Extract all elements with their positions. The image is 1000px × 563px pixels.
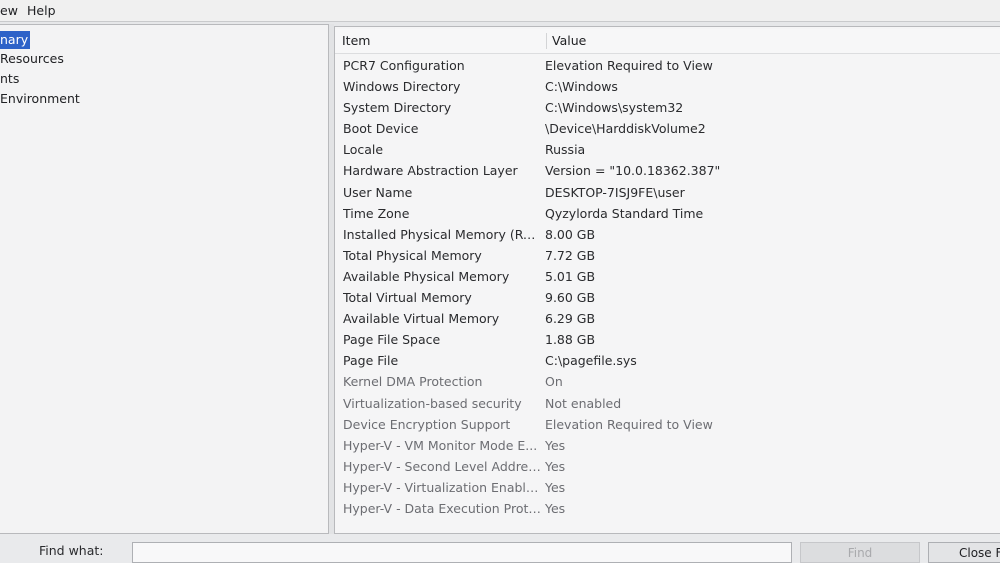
row-item: Hyper-V - VM Monitor Mode E...	[343, 437, 538, 453]
row-item: Hardware Abstraction Layer	[343, 163, 518, 179]
row-value: 9.60 GB	[545, 290, 596, 306]
row-item: Page File Space	[343, 332, 441, 348]
row-item: Windows Directory	[343, 79, 461, 95]
table-row[interactable]: Hyper-V - Second Level Addres... Yes	[335, 456, 1000, 477]
row-value: C:\pagefile.sys	[545, 353, 637, 369]
table-row[interactable]: Available Physical Memory 5.01 GB	[335, 266, 1000, 287]
category-tree: nary Resources nts Environment	[0, 24, 329, 534]
row-value: C:\Windows	[545, 79, 618, 95]
find-input[interactable]	[132, 542, 792, 563]
find-button[interactable]: Find	[800, 542, 920, 563]
close-find-button[interactable]: Close Fi	[928, 542, 1000, 563]
row-item: Available Virtual Memory	[343, 311, 500, 327]
column-header-value[interactable]: Value	[546, 33, 586, 49]
row-item: Hyper-V - Data Execution Prote...	[343, 500, 541, 516]
row-value: Qyzylorda Standard Time	[545, 205, 704, 221]
tree-item-label: Environment	[0, 91, 80, 106]
menu-bar: ew Help	[0, 0, 1000, 22]
row-value: Version = "10.0.18362.387"	[545, 163, 721, 179]
row-value: Yes	[545, 479, 566, 495]
row-value: Not enabled	[545, 395, 622, 411]
tree-item-components[interactable]: nts	[0, 70, 19, 88]
row-item: Page File	[343, 353, 399, 369]
row-item: Hyper-V - Virtualization Enable...	[343, 479, 541, 495]
row-value: 7.72 GB	[545, 247, 596, 263]
table-row[interactable]: Time Zone Qyzylorda Standard Time	[335, 203, 1000, 224]
tree-item-label: Resources	[0, 51, 64, 66]
row-item: Kernel DMA Protection	[343, 374, 483, 390]
find-bar: Find what: Find Close Fi	[0, 534, 1000, 563]
table-row[interactable]: Windows Directory C:\Windows	[335, 76, 1000, 97]
row-item: Virtualization-based security	[343, 395, 522, 411]
row-value: Yes	[545, 500, 566, 516]
row-item: Total Virtual Memory	[343, 290, 472, 306]
tree-item-hardware-resources[interactable]: Resources	[0, 50, 64, 68]
list-header: Item Value	[335, 29, 1000, 54]
table-row[interactable]: System Directory C:\Windows\system32	[335, 97, 1000, 118]
table-row[interactable]: Page File C:\pagefile.sys	[335, 350, 1000, 371]
menu-help[interactable]: Help	[27, 3, 56, 19]
table-row[interactable]: Locale Russia	[335, 139, 1000, 160]
row-value: 1.88 GB	[545, 332, 596, 348]
row-value: 6.29 GB	[545, 311, 596, 327]
row-item: Installed Physical Memory (RAM)	[343, 226, 541, 242]
row-item: Time Zone	[343, 205, 410, 221]
table-row[interactable]: Hyper-V - Data Execution Prote... Yes	[335, 498, 1000, 519]
table-row[interactable]: Hyper-V - Virtualization Enable... Yes	[335, 477, 1000, 498]
table-row[interactable]: Total Physical Memory 7.72 GB	[335, 245, 1000, 266]
row-item: System Directory	[343, 100, 452, 116]
details-list: Item Value PCR7 Configuration Elevation …	[334, 26, 1000, 534]
list-rows: PCR7 Configuration Elevation Required to…	[335, 55, 1000, 519]
row-value: Russia	[545, 142, 586, 158]
table-row[interactable]: Virtualization-based security Not enable…	[335, 393, 1000, 414]
tree-item-label: nts	[0, 71, 20, 86]
row-item: User Name	[343, 184, 413, 200]
tree-item-label: nary	[0, 32, 29, 47]
table-row[interactable]: PCR7 Configuration Elevation Required to…	[335, 55, 1000, 76]
row-item: PCR7 Configuration	[343, 58, 465, 73]
tree-item-software-environment[interactable]: Environment	[0, 90, 80, 108]
row-value: Yes	[545, 437, 566, 453]
menu-view[interactable]: ew	[0, 3, 18, 19]
row-value: Elevation Required to View	[545, 416, 713, 432]
table-row[interactable]: Kernel DMA Protection On	[335, 371, 1000, 392]
row-value: \Device\HarddiskVolume2	[545, 121, 706, 137]
row-value: DESKTOP-7ISJ9FE\user	[545, 184, 685, 200]
table-row[interactable]: User Name DESKTOP-7ISJ9FE\user	[335, 182, 1000, 203]
row-item: Hyper-V - Second Level Addres...	[343, 458, 541, 474]
row-item: Boot Device	[343, 121, 419, 137]
table-row[interactable]: Device Encryption Support Elevation Requ…	[335, 414, 1000, 435]
table-row[interactable]: Hardware Abstraction Layer Version = "10…	[335, 160, 1000, 181]
table-row[interactable]: Available Virtual Memory 6.29 GB	[335, 308, 1000, 329]
row-item: Locale	[343, 142, 384, 158]
row-value: 5.01 GB	[545, 268, 596, 284]
row-value: 8.00 GB	[545, 226, 596, 242]
find-label: Find what:	[39, 543, 104, 558]
table-row[interactable]: Hyper-V - VM Monitor Mode E... Yes	[335, 435, 1000, 456]
row-value: On	[545, 374, 563, 390]
row-value: Elevation Required to View	[545, 58, 713, 73]
row-value: C:\Windows\system32	[545, 100, 684, 116]
table-row[interactable]: Page File Space 1.88 GB	[335, 329, 1000, 350]
column-header-item[interactable]: Item	[342, 33, 370, 49]
table-row[interactable]: Installed Physical Memory (RAM) 8.00 GB	[335, 224, 1000, 245]
table-row[interactable]: Total Virtual Memory 9.60 GB	[335, 287, 1000, 308]
tree-item-system-summary[interactable]: nary	[0, 31, 31, 49]
table-row[interactable]: Boot Device \Device\HarddiskVolume2	[335, 118, 1000, 139]
row-value: Yes	[545, 458, 566, 474]
row-item: Device Encryption Support	[343, 416, 511, 432]
row-item: Available Physical Memory	[343, 268, 510, 284]
row-item: Total Physical Memory	[343, 247, 482, 263]
